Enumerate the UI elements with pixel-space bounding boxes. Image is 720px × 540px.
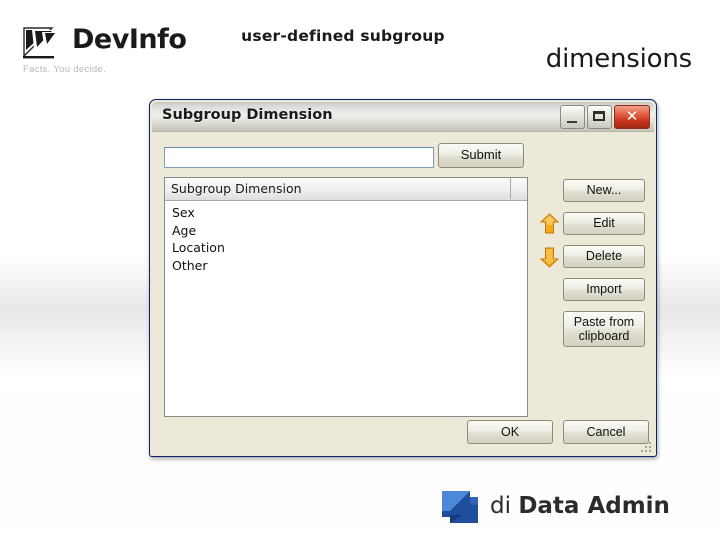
submit-button[interactable]: Submit xyxy=(438,143,524,168)
move-up-button[interactable] xyxy=(539,213,560,234)
arrow-down-icon xyxy=(539,247,560,268)
list-rows: Sex Age Location Other xyxy=(165,201,527,274)
list-item[interactable]: Sex xyxy=(165,204,527,222)
list-header-row[interactable]: Subgroup Dimension xyxy=(165,178,527,201)
delete-button[interactable]: Delete xyxy=(563,245,645,268)
new-button[interactable]: New... xyxy=(563,179,645,202)
close-button[interactable]: ✕ xyxy=(614,105,650,129)
resize-grip[interactable] xyxy=(641,442,653,454)
paste-from-clipboard-button[interactable]: Paste from clipboard xyxy=(563,311,645,347)
list-item[interactable]: Other xyxy=(165,257,527,275)
page-title-line1: user-defined subgroup xyxy=(241,27,445,45)
footer-prefix: di xyxy=(490,493,519,519)
footer-branding: di Data Admin xyxy=(440,483,670,529)
subgroup-dimension-dialog: Subgroup Dimension ✕ Submit Subgroup Dim… xyxy=(149,99,657,457)
dimension-name-input[interactable] xyxy=(164,147,434,168)
footer-product-name: di Data Admin xyxy=(490,493,670,519)
list-item[interactable]: Age xyxy=(165,222,527,240)
page-title-line2: dimensions xyxy=(545,44,692,74)
maximize-button[interactable] xyxy=(587,105,612,129)
minimize-button[interactable] xyxy=(560,105,585,129)
ok-button[interactable]: OK xyxy=(467,420,553,444)
import-button[interactable]: Import xyxy=(563,278,645,301)
list-column-header: Subgroup Dimension xyxy=(171,181,302,196)
maximize-icon xyxy=(593,111,605,121)
edit-button[interactable]: Edit xyxy=(563,212,645,235)
arrow-up-icon xyxy=(539,213,560,234)
cancel-button[interactable]: Cancel xyxy=(563,420,649,444)
dialog-body: Submit Subgroup Dimension Sex Age Locati… xyxy=(150,131,656,456)
list-item[interactable]: Location xyxy=(165,239,527,257)
subgroup-dimension-list[interactable]: Subgroup Dimension Sex Age Location Othe… xyxy=(164,177,528,417)
minimize-icon xyxy=(567,121,577,123)
window-controls: ✕ xyxy=(560,105,650,129)
move-down-button[interactable] xyxy=(539,247,560,268)
dialog-titlebar[interactable]: Subgroup Dimension ✕ xyxy=(152,102,654,132)
close-icon: ✕ xyxy=(625,107,639,125)
footer-product: Data Admin xyxy=(518,493,670,519)
data-admin-logo-icon xyxy=(440,485,484,527)
column-resize-handle[interactable] xyxy=(510,178,527,199)
dialog-title: Subgroup Dimension xyxy=(162,107,333,123)
